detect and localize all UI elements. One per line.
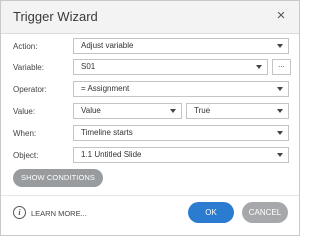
close-button[interactable]: ×: [272, 7, 290, 25]
footer-divider: [1, 195, 299, 196]
value-label: Value:: [13, 107, 36, 116]
action-label: Action:: [13, 42, 38, 51]
dialog-title: Trigger Wizard: [13, 9, 98, 24]
info-icon[interactable]: i: [13, 206, 26, 219]
operator-dropdown[interactable]: = Assignment: [73, 81, 289, 97]
cancel-button[interactable]: CANCEL: [242, 202, 288, 223]
when-dropdown[interactable]: Timeline starts: [73, 125, 289, 141]
value-value: True: [194, 106, 211, 115]
chevron-down-icon: [277, 109, 283, 113]
object-value: 1.1 Untitled Slide: [81, 150, 142, 159]
variable-label: Variable:: [13, 63, 44, 72]
operator-value: = Assignment: [81, 84, 130, 93]
when-value: Timeline starts: [81, 128, 133, 137]
chevron-down-icon: [277, 44, 283, 48]
object-label: Object:: [13, 151, 39, 160]
value-dropdown[interactable]: True: [186, 103, 289, 119]
value-type-dropdown[interactable]: Value: [73, 103, 182, 119]
chevron-down-icon: [277, 153, 283, 157]
variable-value: S01: [81, 62, 96, 71]
title-bar: Trigger Wizard ×: [1, 1, 299, 34]
ok-button[interactable]: OK: [188, 202, 234, 223]
show-conditions-button[interactable]: SHOW CONDITIONS: [13, 169, 103, 187]
variable-more-button[interactable]: ...: [272, 59, 291, 75]
chevron-down-icon: [277, 131, 283, 135]
value-type-value: Value: [81, 106, 101, 115]
trigger-wizard-dialog: Trigger Wizard × Action: Adjust variable…: [0, 0, 300, 236]
learn-more-link[interactable]: LEARN MORE...: [31, 209, 87, 218]
variable-dropdown[interactable]: S01: [73, 59, 268, 75]
when-label: When:: [13, 129, 37, 138]
chevron-down-icon: [277, 87, 283, 91]
action-dropdown[interactable]: Adjust variable: [73, 38, 289, 54]
chevron-down-icon: [170, 109, 176, 113]
operator-label: Operator:: [13, 85, 47, 94]
object-dropdown[interactable]: 1.1 Untitled Slide: [73, 147, 289, 163]
action-value: Adjust variable: [81, 41, 134, 50]
chevron-down-icon: [256, 65, 262, 69]
